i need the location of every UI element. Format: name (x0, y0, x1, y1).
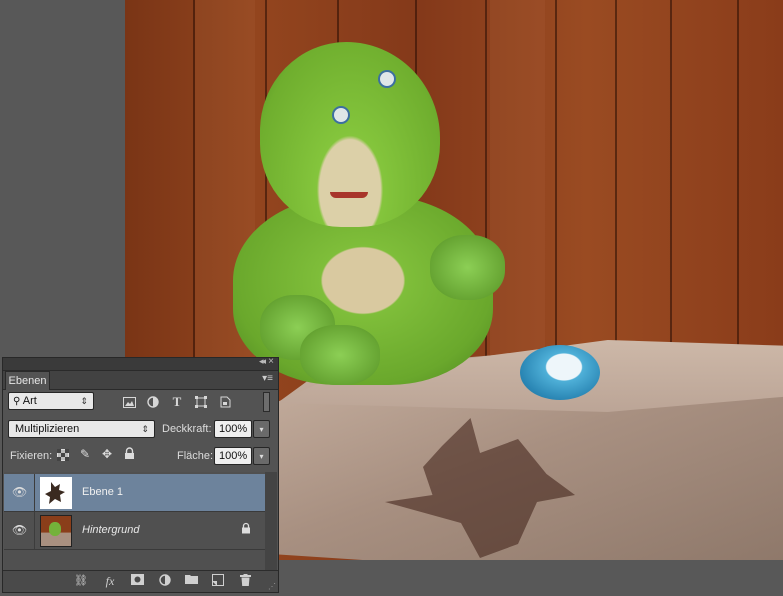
layers-panel: ◂◂ × Ebenen ▾≡ ⚲ Art ⇕ T Multiplizieren (2, 356, 279, 593)
shape-filter-icon[interactable] (192, 393, 210, 411)
fill-slider-button[interactable]: ▾ (253, 447, 270, 465)
new-layer-icon[interactable] (209, 574, 227, 588)
filter-kind-value: Art (22, 395, 37, 407)
stepper-arrows-icon: ⇕ (80, 396, 88, 406)
frog-foot (300, 325, 380, 385)
plush-frog-head (260, 42, 440, 227)
lock-all-icon[interactable] (121, 447, 137, 463)
frog-right-arm (430, 235, 505, 300)
layer-thumbnail-dragon (40, 477, 72, 509)
opacity-slider-button[interactable]: ▾ (253, 420, 270, 438)
adjustment-layer-icon[interactable] (156, 574, 174, 588)
opacity-field[interactable]: 100% (214, 420, 252, 438)
trash-icon[interactable] (236, 574, 254, 588)
text-filter-icon[interactable]: T (168, 393, 186, 411)
lock-label: Fixieren: (10, 450, 53, 462)
lock-position-icon[interactable]: ✥ (99, 447, 115, 463)
lock-transparent-pixels-icon[interactable] (55, 449, 71, 465)
filter-kind-dropdown[interactable]: ⚲ Art ⇕ (8, 392, 94, 410)
layer-name[interactable]: Ebene 1 (82, 486, 123, 498)
layers-scrollbar[interactable] (265, 472, 277, 572)
blend-row: Multiplizieren ⇕ Deckkraft: 100% ▾ (3, 420, 278, 440)
layer-row-ebene-1[interactable]: 👁 Ebene 1 (4, 474, 265, 512)
frog-eye-right (378, 70, 396, 88)
filter-toggle-switch[interactable] (263, 392, 270, 412)
layer-mask-icon[interactable] (128, 574, 146, 588)
image-filter-icon[interactable] (120, 393, 138, 411)
opacity-label: Deckkraft: (162, 423, 212, 435)
visibility-eye-icon[interactable]: 👁 (12, 523, 27, 537)
collapse-icon[interactable]: ◂◂ (259, 356, 266, 367)
filter-row: ⚲ Art ⇕ T (3, 392, 278, 412)
panel-title-bar[interactable]: ◂◂ × (3, 356, 278, 371)
tab-layers[interactable]: Ebenen (5, 371, 50, 390)
pacifier (520, 345, 600, 400)
blend-mode-value: Multiplizieren (15, 423, 80, 435)
link-layers-icon[interactable]: ⛓ (72, 574, 90, 588)
search-icon: ⚲ (13, 396, 21, 407)
fx-icon[interactable]: fx (101, 574, 119, 588)
lock-image-pixels-icon[interactable]: ✎ (77, 447, 93, 463)
layer-row-hintergrund[interactable]: 👁 Hintergrund (4, 512, 265, 550)
panel-tab-bar: Ebenen ▾≡ (3, 371, 278, 390)
smart-object-filter-icon[interactable] (216, 393, 234, 411)
panel-bottom-bar: ⛓ fx ⋰ (3, 570, 278, 592)
layer-name[interactable]: Hintergrund (82, 524, 139, 536)
panel-menu-icon[interactable]: ▾≡ (262, 374, 273, 384)
layer-thumbnail-photo (40, 515, 72, 547)
frog-mouth (330, 192, 368, 198)
close-icon[interactable]: × (268, 356, 274, 367)
fill-field[interactable]: 100% (214, 447, 252, 465)
layer-lock-icon (241, 522, 251, 537)
layers-list: 👁 Ebene 1 👁 Hintergrund (4, 472, 265, 572)
fill-label: Fläche: (177, 450, 214, 462)
visibility-eye-icon[interactable]: 👁 (12, 485, 27, 499)
group-folder-icon[interactable] (182, 574, 200, 588)
frog-eye-left (332, 106, 350, 124)
blend-mode-dropdown[interactable]: Multiplizieren ⇕ (8, 420, 155, 438)
stepper-arrows-icon: ⇕ (141, 424, 149, 434)
adjustment-filter-icon[interactable] (144, 393, 162, 411)
resize-grip-icon[interactable]: ⋰ (268, 582, 276, 591)
lock-row: Fixieren: ✎ ✥ Fläche: 100% ▾ (3, 447, 278, 467)
